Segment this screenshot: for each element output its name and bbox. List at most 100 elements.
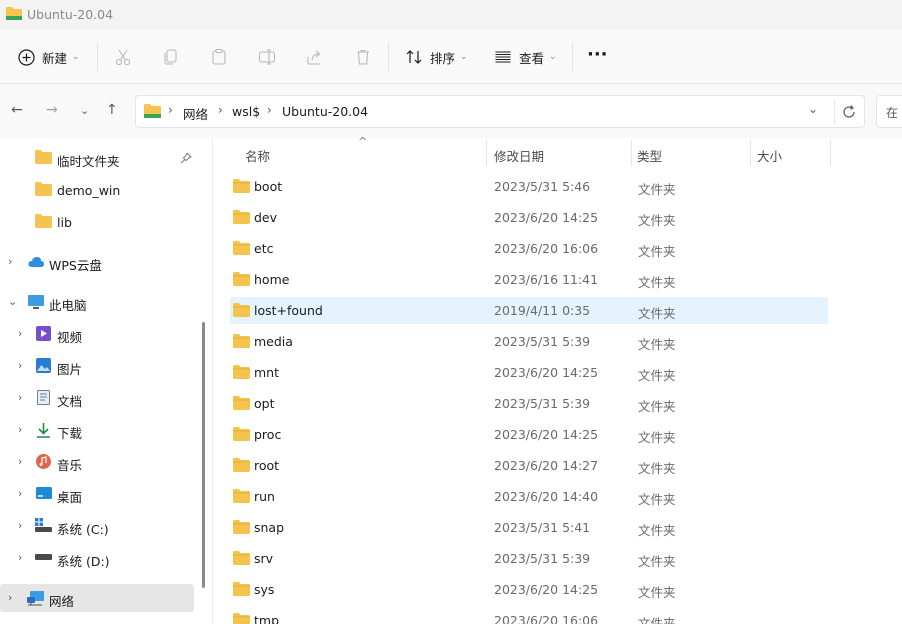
chevron-right-icon[interactable]: › bbox=[18, 327, 22, 340]
sidebar-item-drive-c[interactable]: › 系统 (C:) bbox=[0, 512, 194, 540]
desktop-icon bbox=[36, 487, 52, 499]
download-icon bbox=[37, 423, 50, 438]
column-divider[interactable] bbox=[631, 140, 632, 166]
file-modified-date: 2023/6/20 14:25 bbox=[494, 365, 599, 380]
table-row[interactable]: media 2023/5/31 5:39 文件夹 bbox=[230, 328, 828, 355]
sidebar-item-label: 文档 bbox=[57, 394, 83, 409]
breadcrumb-wsl[interactable]: wsl$ bbox=[232, 104, 260, 119]
column-header-size[interactable]: 大小 bbox=[757, 146, 782, 165]
sidebar-item-music[interactable]: › 音乐 bbox=[0, 448, 194, 476]
chevron-right-icon[interactable]: › bbox=[8, 255, 12, 268]
rename-button[interactable] bbox=[258, 45, 276, 69]
chevron-down-icon[interactable]: ⌄ bbox=[808, 102, 818, 116]
breadcrumb-separator-icon: › bbox=[267, 103, 272, 117]
table-row[interactable]: srv 2023/5/31 5:39 文件夹 bbox=[230, 545, 828, 572]
column-header-type[interactable]: 类型 bbox=[637, 146, 662, 165]
table-row[interactable]: mnt 2023/6/20 14:25 文件夹 bbox=[230, 359, 828, 386]
chevron-down-icon[interactable]: ⌄ bbox=[8, 295, 17, 308]
table-row[interactable]: home 2023/6/16 11:41 文件夹 bbox=[230, 266, 828, 293]
scissors-icon bbox=[115, 49, 131, 66]
view-button[interactable]: 查看 ⌄ bbox=[494, 45, 557, 69]
file-type: 文件夹 bbox=[638, 430, 676, 445]
sidebar-item-videos[interactable]: › 视频 bbox=[0, 320, 194, 348]
chevron-right-icon[interactable]: › bbox=[18, 551, 22, 564]
sort-button[interactable]: 排序 ⌄ bbox=[405, 45, 468, 69]
sidebar-item-demo-win[interactable]: demo_win bbox=[0, 176, 194, 204]
table-row[interactable]: tmp 2023/6/20 16:06 文件夹 bbox=[230, 607, 828, 624]
pin-icon[interactable] bbox=[180, 152, 192, 164]
delete-button[interactable] bbox=[354, 45, 372, 69]
refresh-button[interactable] bbox=[834, 100, 862, 124]
chevron-right-icon[interactable]: › bbox=[18, 359, 22, 372]
table-row[interactable]: run 2023/6/20 14:40 文件夹 bbox=[230, 483, 828, 510]
breadcrumb-network[interactable]: 网络 bbox=[183, 104, 208, 123]
file-modified-date: 2023/6/20 16:06 bbox=[494, 241, 599, 256]
table-row[interactable]: proc 2023/6/20 14:25 文件夹 bbox=[230, 421, 828, 448]
table-row[interactable]: boot 2023/5/31 5:46 文件夹 bbox=[230, 173, 828, 200]
folder-icon bbox=[233, 582, 250, 596]
chevron-right-icon[interactable]: › bbox=[18, 487, 22, 500]
sidebar-item-temp-folder[interactable]: 临时文件夹 bbox=[0, 144, 194, 172]
file-name: boot bbox=[254, 179, 283, 194]
table-row[interactable]: snap 2023/5/31 5:41 文件夹 bbox=[230, 514, 828, 541]
sidebar-item-drive-d[interactable]: › 系统 (D:) bbox=[0, 544, 194, 572]
folder-icon bbox=[233, 272, 250, 286]
folder-icon bbox=[35, 182, 52, 196]
breadcrumb-ubuntu[interactable]: Ubuntu-20.04 bbox=[282, 104, 368, 119]
back-arrow-icon[interactable]: ← bbox=[11, 102, 23, 118]
column-header-date[interactable]: 修改日期 bbox=[494, 146, 544, 165]
file-type: 文件夹 bbox=[638, 585, 676, 600]
sidebar-item-pictures[interactable]: › 图片 bbox=[0, 352, 194, 380]
table-row[interactable]: dev 2023/6/20 14:25 文件夹 bbox=[230, 204, 828, 231]
column-divider[interactable] bbox=[486, 140, 487, 166]
file-name: opt bbox=[254, 396, 275, 411]
divider bbox=[97, 43, 98, 71]
table-row[interactable]: opt 2023/5/31 5:39 文件夹 bbox=[230, 390, 828, 417]
folder-icon bbox=[233, 427, 250, 441]
up-arrow-icon[interactable]: ↑ bbox=[106, 102, 118, 118]
sidebar-item-network[interactable]: › 网络 bbox=[0, 584, 194, 612]
forward-arrow-icon[interactable]: → bbox=[46, 102, 58, 118]
share-button[interactable] bbox=[306, 45, 324, 69]
column-header-name[interactable]: 名称 bbox=[245, 146, 270, 165]
divider bbox=[388, 43, 389, 71]
file-name: srv bbox=[254, 551, 274, 566]
sidebar-item-downloads[interactable]: › 下载 bbox=[0, 416, 194, 444]
sidebar-item-desktop[interactable]: › 桌面 bbox=[0, 480, 194, 508]
chevron-right-icon[interactable]: › bbox=[18, 391, 22, 404]
table-row[interactable]: etc 2023/6/20 16:06 文件夹 bbox=[230, 235, 828, 262]
recent-locations-chevron-icon[interactable]: ⌄ bbox=[80, 104, 89, 117]
sidebar-item-this-pc[interactable]: ⌄ 此电脑 bbox=[0, 288, 194, 316]
file-modified-date: 2023/5/31 5:46 bbox=[494, 179, 591, 194]
chevron-right-icon[interactable]: › bbox=[18, 519, 22, 532]
file-modified-date: 2023/6/20 14:25 bbox=[494, 427, 599, 442]
table-row[interactable]: sys 2023/6/20 14:25 文件夹 bbox=[230, 576, 828, 603]
address-bar[interactable]: › 网络 › wsl$ › Ubuntu-20.04 ⌄ bbox=[135, 95, 865, 128]
paste-button[interactable] bbox=[210, 45, 228, 69]
column-divider[interactable] bbox=[830, 140, 831, 166]
cut-button[interactable] bbox=[114, 45, 132, 69]
chevron-right-icon[interactable]: › bbox=[8, 591, 12, 604]
sidebar-scrollbar[interactable] bbox=[202, 322, 205, 588]
chevron-right-icon[interactable]: › bbox=[18, 423, 22, 436]
table-row[interactable]: root 2023/6/20 14:27 文件夹 bbox=[230, 452, 828, 479]
sidebar-item-label: 视频 bbox=[57, 330, 83, 345]
sidebar-item-wps-cloud[interactable]: › WPS云盘 bbox=[0, 248, 194, 276]
network-icon bbox=[27, 591, 44, 606]
column-divider[interactable] bbox=[750, 140, 751, 166]
search-input[interactable]: 在 bbox=[876, 95, 902, 128]
navigation-pane: 临时文件夹 demo_win lib › WPS云盘 ⌄ 此电脑 › 视频 › … bbox=[0, 138, 212, 624]
file-type: 文件夹 bbox=[638, 306, 676, 321]
table-row[interactable]: lost+found 2019/4/11 0:35 文件夹 bbox=[230, 297, 828, 324]
sidebar-item-lib[interactable]: lib bbox=[0, 208, 194, 236]
new-button[interactable]: 新建 ⌄ bbox=[18, 45, 80, 69]
file-modified-date: 2023/5/31 5:39 bbox=[494, 334, 591, 349]
drive-icon bbox=[35, 554, 52, 560]
monitor-icon bbox=[28, 295, 44, 309]
copy-button[interactable] bbox=[162, 45, 180, 69]
chevron-right-icon[interactable]: › bbox=[18, 455, 22, 468]
file-name: mnt bbox=[254, 365, 279, 380]
more-options-button[interactable]: ··· bbox=[587, 42, 608, 66]
sidebar-item-documents[interactable]: › 文档 bbox=[0, 384, 194, 412]
file-modified-date: 2023/6/20 14:27 bbox=[494, 458, 599, 473]
